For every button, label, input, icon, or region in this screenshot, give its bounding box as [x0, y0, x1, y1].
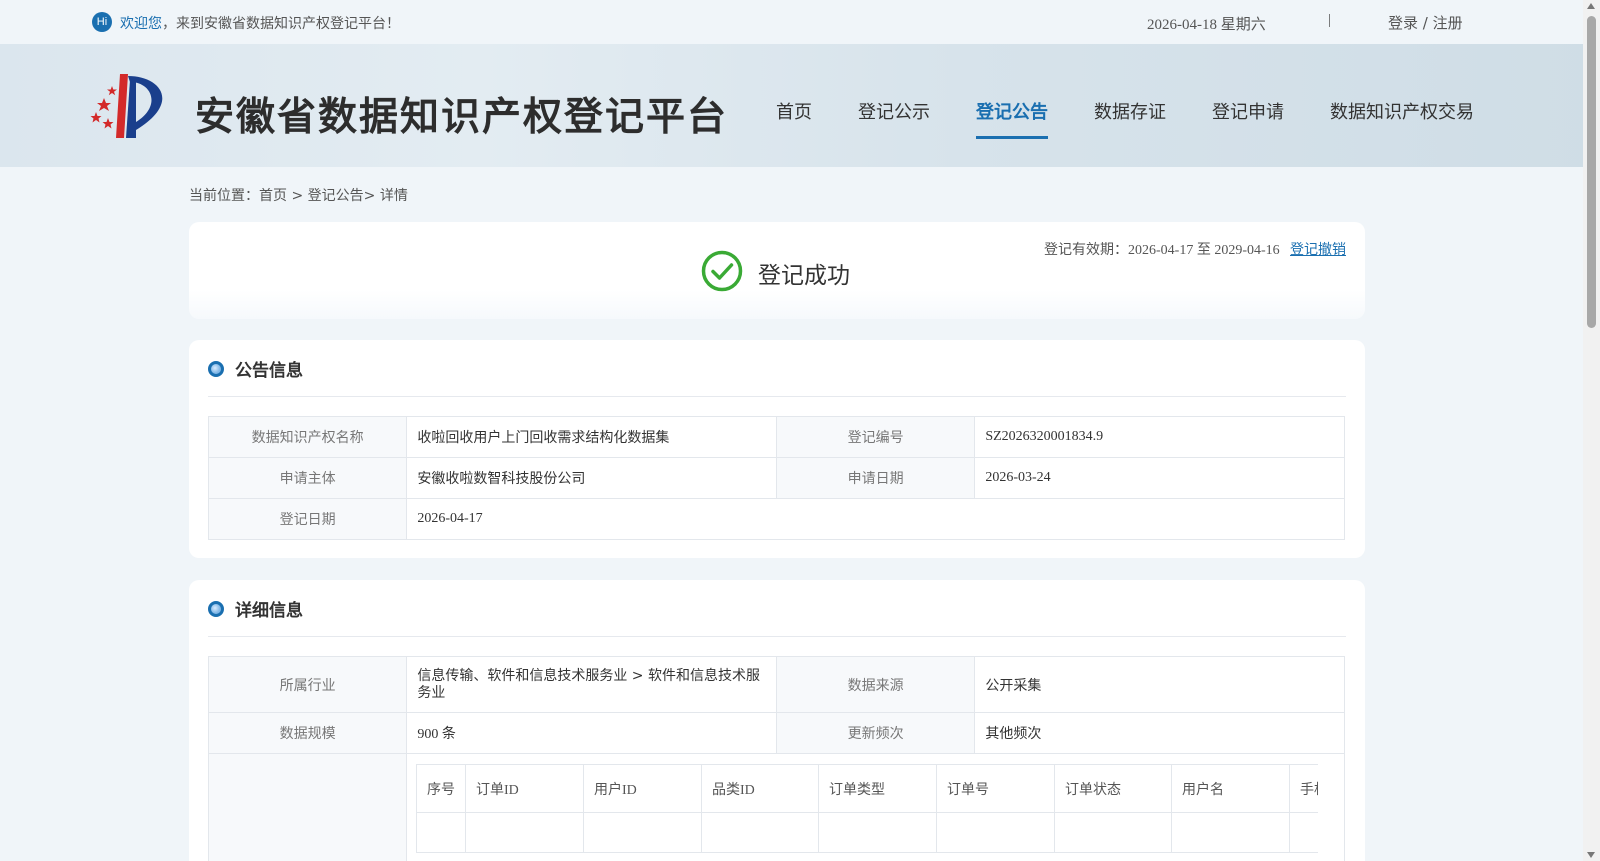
- table-cell: [1289, 812, 1318, 853]
- page-scrollbar[interactable]: [1583, 0, 1600, 861]
- scroll-up-arrow-icon[interactable]: [1587, 3, 1595, 9]
- field-label: 登记日期: [207, 498, 408, 540]
- divider: [208, 636, 1346, 637]
- field-value: 收啦回收用户上门回收需求结构化数据集: [406, 416, 777, 458]
- welcome-rest: ，来到安徽省数据知识产权登记平台！: [162, 16, 400, 32]
- table-row: 数据规模 900 条 更新频次 其他频次: [207, 712, 1345, 754]
- nav-ip-trading[interactable]: 数据知识产权交易: [1330, 98, 1474, 124]
- field-label: 数据知识产权名称: [207, 416, 408, 458]
- field-label: 更新频次: [775, 712, 976, 754]
- section-title: 详细信息: [235, 601, 303, 621]
- field-label: [207, 753, 408, 861]
- announcement-card: 公告信息 数据知识产权名称 收啦回收用户上门回收需求结构化数据集 登记编号 SZ…: [189, 340, 1365, 558]
- divider: [208, 396, 1346, 397]
- section-bullet-icon: [208, 600, 224, 617]
- site-logo-icon[interactable]: [90, 72, 172, 140]
- validity-period: 登记有效期：2026-04-17 至 2029-04-16: [1044, 243, 1280, 258]
- field-value: 2026-03-24: [974, 457, 1345, 499]
- field-label: 申请主体: [207, 457, 408, 499]
- section-header: 公告信息: [208, 356, 303, 381]
- table-cell: [936, 812, 1055, 853]
- table-cell: [1171, 812, 1290, 853]
- welcome-highlight: 欢迎您: [120, 16, 162, 32]
- table-cell: [1054, 812, 1172, 853]
- field-value: 信息传输、软件和信息技术服务业 > 软件和信息技术服务业: [406, 656, 777, 713]
- main-nav: 首页 登记公示 登记公告 数据存证 登记申请 数据知识产权交易: [776, 98, 1474, 139]
- section-title: 公告信息: [235, 361, 303, 381]
- section-bullet-icon: [208, 360, 224, 377]
- field-value: 2026-04-17: [406, 498, 1345, 540]
- scrollbar-thumb[interactable]: [1587, 16, 1596, 328]
- column-header: 订单类型: [818, 764, 937, 813]
- table-row: 申请主体 安徽收啦数智科技股份公司 申请日期 2026-03-24: [207, 457, 1345, 499]
- nav-registration-announcement[interactable]: 登记公告: [976, 98, 1048, 139]
- breadcrumb-separator: >: [363, 188, 380, 204]
- column-header: 订单号: [936, 764, 1055, 813]
- field-label: 数据来源: [775, 656, 976, 713]
- table-cell: [818, 812, 937, 853]
- scroll-down-arrow-icon[interactable]: [1587, 852, 1595, 858]
- breadcrumb-home[interactable]: 首页: [259, 188, 287, 204]
- table-row: [416, 812, 1318, 853]
- breadcrumb: 当前位置：首页 > 登记公告> 详情: [189, 185, 408, 205]
- nav-registration-application[interactable]: 登记申请: [1212, 98, 1284, 124]
- nav-registration-publicity[interactable]: 登记公示: [858, 98, 930, 124]
- section-header: 详细信息: [208, 596, 303, 621]
- sample-data-table: 序号 订单ID 用户ID 品类ID 订单类型 订单号 订单状态 用户名 手机: [416, 764, 1318, 853]
- login-register-link[interactable]: 登录 / 注册: [1388, 12, 1463, 33]
- check-circle-icon: [701, 250, 743, 292]
- field-label: 登记编号: [775, 416, 976, 458]
- sample-header-row: 序号 订单ID 用户ID 品类ID 订单类型 订单号 订单状态 用户名 手机: [416, 764, 1318, 813]
- field-value: 公开采集: [974, 656, 1345, 713]
- column-header: 手机: [1289, 764, 1318, 813]
- topbar-separator: |: [1328, 12, 1332, 28]
- status-card: 登记成功 登记有效期：2026-04-17 至 2029-04-16 登记撤销: [189, 222, 1365, 319]
- status-text: 登记成功: [758, 263, 850, 289]
- column-header: 订单ID: [465, 764, 584, 813]
- sample-table-scroll[interactable]: 序号 订单ID 用户ID 品类ID 订单类型 订单号 订单状态 用户名 手机: [416, 764, 1318, 861]
- breadcrumb-prefix: 当前位置：: [189, 188, 259, 204]
- field-value: 其他频次: [974, 712, 1345, 754]
- site-header: 安徽省数据知识产权登记平台 首页 登记公示 登记公告 数据存证 登记申请 数据知…: [0, 44, 1600, 167]
- column-header: 品类ID: [701, 764, 819, 813]
- table-cell: [416, 812, 466, 853]
- welcome-message: 欢迎您，来到安徽省数据知识产权登记平台！: [120, 13, 400, 33]
- field-value: SZ2026320001834.9: [974, 416, 1345, 458]
- column-header: 订单状态: [1054, 764, 1172, 813]
- table-cell: [465, 812, 584, 853]
- field-value: 900 条: [406, 712, 777, 754]
- detail-card: 详细信息 所属行业 信息传输、软件和信息技术服务业 > 软件和信息技术服务业 数…: [189, 580, 1365, 861]
- table-cell: [701, 812, 819, 853]
- field-label: 数据规模: [207, 712, 408, 754]
- column-header: 序号: [416, 764, 466, 813]
- site-title: 安徽省数据知识产权登记平台: [195, 95, 729, 140]
- nav-home[interactable]: 首页: [776, 98, 812, 124]
- hi-badge-icon: Hi: [92, 12, 112, 32]
- table-row: 登记日期 2026-04-17: [207, 498, 1345, 540]
- top-bar: Hi 欢迎您，来到安徽省数据知识产权登记平台！ 2026-04-18 星期六 |…: [0, 0, 1600, 44]
- breadcrumb-section[interactable]: 登记公告: [308, 188, 364, 204]
- column-header: 用户名: [1171, 764, 1290, 813]
- table-cell: [583, 812, 702, 853]
- nav-data-deposit[interactable]: 数据存证: [1094, 98, 1166, 124]
- revoke-registration-link[interactable]: 登记撤销: [1290, 239, 1346, 259]
- field-value: 安徽收啦数智科技股份公司: [406, 457, 777, 499]
- field-label: 所属行业: [207, 656, 408, 713]
- table-row: 所属行业 信息传输、软件和信息技术服务业 > 软件和信息技术服务业 数据来源 公…: [207, 656, 1345, 713]
- field-label: 申请日期: [775, 457, 976, 499]
- current-date: 2026-04-18 星期六: [1147, 17, 1266, 33]
- breadcrumb-separator: >: [287, 188, 308, 204]
- table-row: 数据知识产权名称 收啦回收用户上门回收需求结构化数据集 登记编号 SZ20263…: [207, 416, 1345, 458]
- column-header: 用户ID: [583, 764, 702, 813]
- announcement-table: 数据知识产权名称 收啦回收用户上门回收需求结构化数据集 登记编号 SZ20263…: [207, 416, 1345, 540]
- breadcrumb-current: 详情: [379, 188, 408, 204]
